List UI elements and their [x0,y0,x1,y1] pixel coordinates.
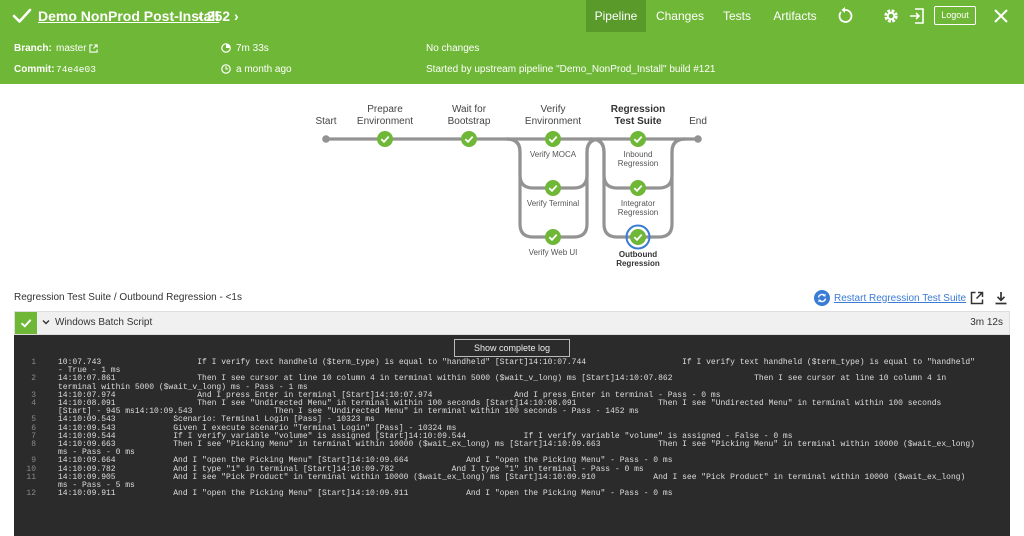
branch-label-verify-terminal: Verify Terminal [526,199,580,208]
log-line-text: 10:07.743 If I verify text handheld ($te… [58,358,980,376]
restart-stage-link[interactable]: Restart Regression Test Suite [814,290,966,306]
duration-value: 7m 33s [236,43,269,54]
log-line-number[interactable]: 6 [14,424,58,433]
branch-label-verify-moca: Verify MOCA [529,150,577,159]
log-line: 1 10:07.743 If I verify text handheld ($t… [14,358,1010,376]
restart-label: Restart Regression Test Suite [834,292,967,304]
download-icon[interactable] [994,291,1008,305]
log-line-number[interactable]: 12 [14,490,58,498]
log-line: 11 14:10:09.905 And I see "Pick Product" … [14,472,1010,491]
log-line-number[interactable]: 5 [14,416,58,424]
branch-label-outbound-regression: Outbound Regression [616,250,660,268]
branch-node-inbound-regression[interactable] [630,131,646,147]
branch-label: Branch: [14,43,52,54]
log-lines: 1 10:07.743 If I verify text handheld ($t… [14,358,1010,498]
step-status-badge [15,312,37,334]
stage-label-verify-environment: Verify Environment [524,104,582,127]
duration-icon [221,43,231,53]
run-navigation: ‹ 252 › [198,8,239,24]
external-link-icon[interactable] [89,44,98,53]
log-line-text: 14:10:08.091 Then I see "Undirected Menu… [58,399,947,417]
stage-label-end: End [689,116,707,127]
exit-icon[interactable] [908,7,926,25]
show-complete-log-button[interactable]: Show complete log [454,339,570,357]
stage-label-regression-test-suite: Regression Test Suite [610,104,666,127]
restart-icon [814,290,830,306]
log-line-number[interactable]: 10 [14,465,58,474]
breadcrumb: Regression Test Suite / Outbound Regress… [14,292,242,303]
log-line: 2 14:10:07.861 Then I see cursor at line … [14,374,1010,392]
branch-node-verify-terminal[interactable] [545,180,561,196]
branch-node-verify-web-ui[interactable] [545,229,561,245]
stage-label-wait-for-bootstrap: Wait for Bootstrap [447,104,491,127]
chevron-down-icon[interactable] [41,317,51,327]
changes-summary: No changes [426,43,480,54]
commit-label: Commit: [14,64,55,75]
success-check-icon [12,8,32,23]
log-line-number[interactable]: 2 [14,375,58,391]
branch-node-outbound-regression[interactable] [630,229,646,245]
pipeline-graph-lines [322,135,702,250]
pipeline-graph: Start Prepare Environment Wait for Boots… [0,84,1024,280]
log-line-text: 14:10:09.663 Then I see "Picking Menu" i… [58,440,980,458]
logout-button[interactable]: Logout [934,6,976,25]
log-line-text: 14:10:07.861 Then I see cursor at line 1… [58,374,951,392]
replay-icon[interactable] [836,7,854,25]
commit-value: 74e4e03 [56,64,96,75]
log-line-number[interactable]: 4 [14,399,58,416]
branch-label-inbound-regression: Inbound Regression [617,150,659,168]
log-console: Show complete log 1 10:07.743 If I verify… [14,335,1010,536]
log-line-number[interactable]: 11 [14,473,58,490]
stage-label-prepare-environment: Prepare Environment [356,104,414,127]
log-line-text: 14:10:09.905 And I see "Pick Product" in… [58,472,971,491]
branch-value: master [56,43,87,54]
top-bar: Demo NonProd Post-Install ‹ 252 › Pipeli… [0,0,1024,32]
step-name[interactable]: Windows Batch Script [55,317,152,328]
log-line: 8 14:10:09.663 Then I see "Picking Menu" … [14,440,1010,458]
step-duration: 3m 12s [970,317,1003,328]
tab-artifacts[interactable]: Artifacts [768,0,822,32]
tab-pipeline[interactable]: Pipeline [586,0,646,32]
tab-tests[interactable]: Tests [716,0,758,32]
tab-changes[interactable]: Changes [652,0,708,32]
pipeline-title-link[interactable]: Demo NonProd Post-Install [38,8,219,24]
log-line-number[interactable]: 9 [14,457,58,465]
branch-node-verify-moca[interactable] [545,131,561,147]
stage-label-start: Start [315,116,337,127]
run-number: 252 [206,8,231,24]
close-icon[interactable] [992,7,1010,25]
log-line: 4 14:10:08.091 Then I see "Undirected Men… [14,399,1010,417]
chevron-left-icon[interactable]: ‹ [198,8,203,24]
log-line-number[interactable]: 7 [14,432,58,441]
branch-label-integrator-regression: Integrator Regression [617,199,659,217]
open-in-new-window-icon[interactable] [970,291,984,305]
run-details: Branch: master Commit: 74e4e03 7m 33s a … [0,32,1024,84]
gear-icon[interactable] [882,7,900,25]
branch-label-verify-web-ui: Verify Web UI [528,248,578,257]
log-line-text: 14:10:09.911 And I "open the Picking Men… [58,489,673,499]
log-line: 12 14:10:09.911 And I "open the Picking M… [14,490,1010,498]
log-line-number[interactable]: 8 [14,440,58,457]
log-line-number[interactable]: 1 [14,358,58,375]
time-ago: a month ago [236,64,292,75]
clock-icon [221,64,231,74]
step-header: Regression Test Suite / Outbound Regress… [0,286,1024,310]
stage-node-prepare-environment[interactable] [377,131,393,147]
check-icon [20,319,32,328]
branch-node-integrator-regression[interactable] [630,180,646,196]
stage-node-wait-for-bootstrap[interactable] [461,131,477,147]
started-by: Started by upstream pipeline "Demo_NonPr… [426,64,716,75]
chevron-right-icon[interactable]: › [234,8,239,24]
step-row[interactable]: Windows Batch Script 3m 12s [14,311,1010,335]
log-line-number[interactable]: 3 [14,391,58,400]
